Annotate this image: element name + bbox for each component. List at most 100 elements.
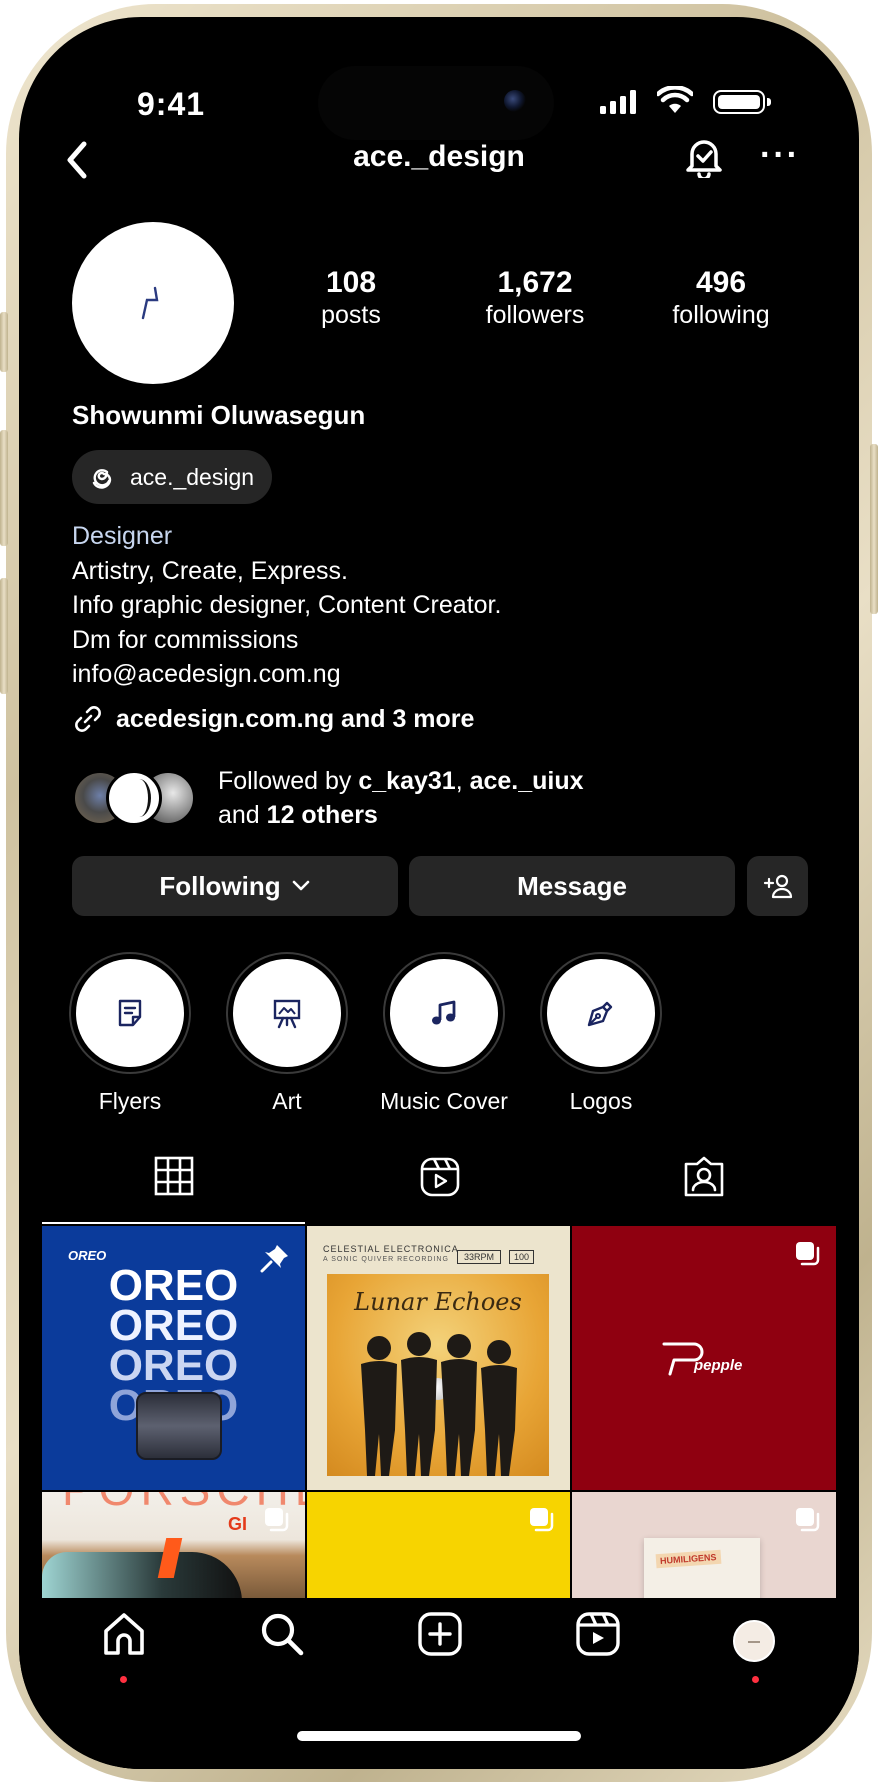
message-button-label: Message bbox=[517, 870, 627, 901]
mutual-user-1[interactable]: c_kay31 bbox=[358, 767, 455, 795]
bio-category: Designer bbox=[72, 522, 173, 550]
suggested-people-button[interactable] bbox=[747, 856, 808, 916]
message-button[interactable]: Message bbox=[409, 856, 735, 916]
followers-count: 1,672 bbox=[497, 266, 573, 299]
home-indicator bbox=[297, 1731, 581, 1741]
profile-nav-avatar[interactable] bbox=[733, 1620, 775, 1662]
tagged-icon[interactable] bbox=[683, 1156, 725, 1198]
cellular-signal-icon bbox=[600, 90, 636, 114]
threads-icon bbox=[92, 469, 112, 489]
posts-label: posts bbox=[321, 301, 381, 329]
highlight-logos[interactable]: Logos bbox=[539, 952, 663, 1115]
wifi-icon bbox=[657, 86, 693, 113]
bio: Designer Artistry, Create, Express. Info… bbox=[72, 519, 501, 692]
profile-avatar[interactable] bbox=[72, 222, 234, 384]
profile-notification-dot bbox=[752, 1676, 759, 1683]
bio-email[interactable]: info@acedesign.com.ng bbox=[72, 657, 501, 692]
followed-by-and: and bbox=[218, 801, 267, 829]
multiple-photos-icon bbox=[530, 1508, 554, 1532]
volume-down-button bbox=[0, 578, 8, 694]
create-post-icon[interactable] bbox=[417, 1611, 463, 1657]
car-body bbox=[42, 1552, 242, 1598]
mutual-user-2[interactable]: ace._uiux bbox=[470, 767, 584, 795]
home-notification-dot bbox=[120, 1676, 127, 1683]
search-icon[interactable] bbox=[259, 1611, 305, 1657]
book-label: HUMILIGENS bbox=[655, 1549, 721, 1569]
profile-name: Showunmi Oluwasegun bbox=[72, 400, 366, 430]
ace-logo-icon bbox=[141, 286, 159, 320]
band-silhouette bbox=[361, 1332, 517, 1476]
oreo-word: OREO bbox=[108, 1301, 239, 1350]
reels-icon[interactable] bbox=[419, 1156, 461, 1198]
chevron-down-icon bbox=[292, 880, 309, 891]
pepple-wordmark: pepple bbox=[694, 1357, 743, 1374]
following-button-label: Following bbox=[159, 870, 281, 901]
link-text: acedesign.com.ng and 3 more bbox=[116, 704, 475, 733]
album-subheader: A SONIC QUIVER RECORDING bbox=[323, 1256, 449, 1263]
album-title: Lunar Echoes bbox=[354, 1288, 522, 1316]
volume-up-button bbox=[0, 430, 8, 546]
album-bpm: 33RPM bbox=[457, 1250, 502, 1264]
book-cover: HUMILIGENS bbox=[644, 1538, 760, 1598]
pen-nib-icon bbox=[587, 1001, 613, 1027]
more-options-icon[interactable]: ··· bbox=[760, 138, 800, 172]
profile-username-title: ace._design bbox=[353, 140, 525, 173]
oreo-word: OREO bbox=[108, 1341, 239, 1390]
highlight-ring bbox=[540, 952, 662, 1074]
bio-line: Info graphic designer, Content Creator. bbox=[72, 591, 502, 619]
post-oreo[interactable]: OREO OREO OREO OREO OREO bbox=[42, 1226, 305, 1490]
profile-links[interactable]: acedesign.com.ng and 3 more bbox=[72, 703, 474, 735]
camera-lens bbox=[504, 90, 526, 112]
highlight-label: Logos bbox=[569, 1088, 633, 1114]
reels-nav-icon[interactable] bbox=[575, 1611, 621, 1657]
highlight-art[interactable]: Art bbox=[225, 952, 349, 1115]
stat-posts[interactable]: 108 posts bbox=[276, 266, 426, 330]
highlight-flyers[interactable]: Flyers bbox=[68, 952, 192, 1115]
multiple-photos-icon bbox=[796, 1508, 820, 1532]
album-side: 100 bbox=[509, 1250, 535, 1264]
separator: , bbox=[455, 767, 470, 795]
post-lunar-echoes[interactable]: CELESTIAL ELECTRONICA A SONIC QUIVER REC… bbox=[307, 1226, 570, 1490]
status-time: 9:41 bbox=[137, 86, 206, 122]
music-note-icon bbox=[432, 1000, 456, 1025]
following-button[interactable]: Following bbox=[72, 856, 398, 916]
post-book[interactable]: HUMILIGENS bbox=[572, 1492, 836, 1598]
stat-following[interactable]: 496 following bbox=[646, 266, 796, 330]
highlight-music-cover[interactable]: Music Cover bbox=[380, 952, 508, 1115]
ace-logo-icon bbox=[748, 1641, 760, 1643]
mutual-others[interactable]: 12 others bbox=[267, 801, 378, 829]
link-icon bbox=[75, 706, 101, 732]
highlight-ring bbox=[383, 952, 505, 1074]
mutual-avatar bbox=[106, 770, 162, 826]
post-yellow[interactable] bbox=[307, 1492, 570, 1598]
oreo-cookie bbox=[136, 1392, 222, 1460]
post-porsche[interactable]: PORSCHE GI bbox=[42, 1492, 305, 1598]
multiple-photos-icon bbox=[265, 1508, 289, 1532]
notification-bell-icon[interactable] bbox=[684, 136, 724, 178]
album-art: Lunar Echoes bbox=[327, 1274, 549, 1476]
oreo-word: OREO bbox=[108, 1261, 239, 1310]
followed-by[interactable]: Followed by c_kay31, ace._uiux and 12 ot… bbox=[72, 764, 584, 832]
following-count: 496 bbox=[695, 266, 747, 299]
porsche-badge: GI bbox=[228, 1514, 248, 1534]
screen: 9:41 ace._design ··· 108 posts 1,672 fol… bbox=[19, 17, 859, 1769]
highlight-label: Flyers bbox=[98, 1088, 162, 1114]
followers-label: followers bbox=[485, 301, 585, 329]
followed-by-prefix: Followed by bbox=[218, 767, 359, 795]
add-person-icon bbox=[763, 874, 792, 899]
action-button bbox=[0, 312, 8, 372]
post-pepple[interactable]: pepple bbox=[572, 1226, 836, 1490]
following-label: following bbox=[672, 301, 770, 329]
album-header: CELESTIAL ELECTRONICA bbox=[323, 1244, 459, 1254]
threads-badge[interactable]: ace._design bbox=[72, 450, 273, 504]
bio-line: Dm for commissions bbox=[72, 625, 299, 654]
multiple-photos-icon bbox=[796, 1242, 820, 1266]
oreo-brand-mark: OREO bbox=[68, 1248, 107, 1263]
grid-icon[interactable] bbox=[154, 1156, 194, 1196]
battery-icon bbox=[713, 90, 771, 114]
document-icon bbox=[118, 999, 142, 1027]
home-icon[interactable] bbox=[101, 1611, 147, 1657]
pepple-logo: pepple bbox=[660, 1338, 742, 1378]
stat-followers[interactable]: 1,672 followers bbox=[460, 266, 610, 330]
followed-by-text: Followed by c_kay31, ace._uiux and 12 ot… bbox=[218, 764, 584, 832]
